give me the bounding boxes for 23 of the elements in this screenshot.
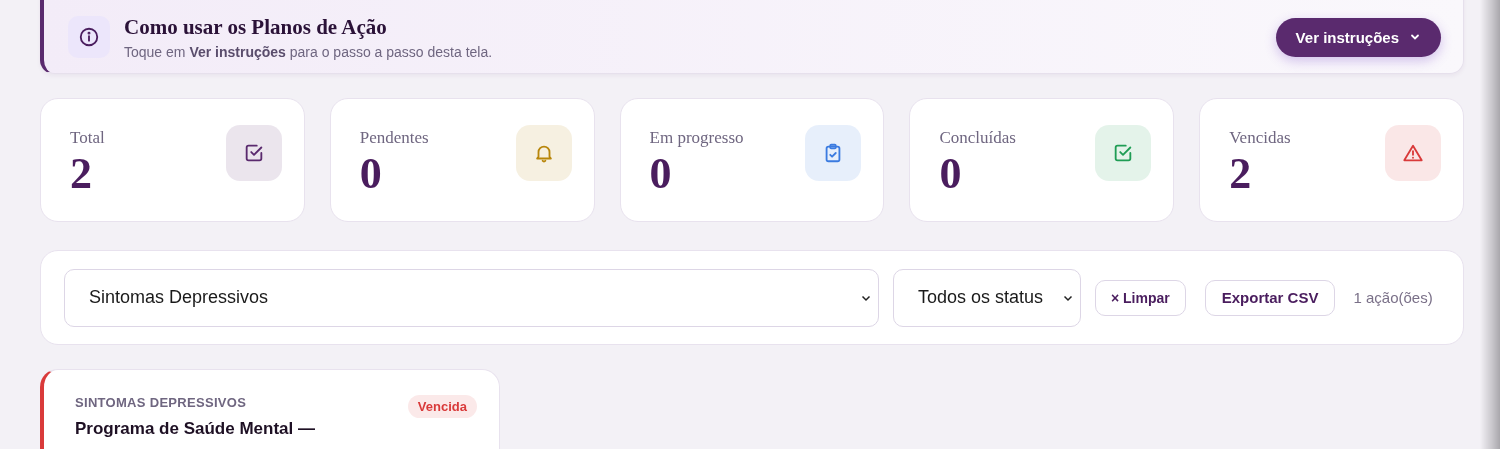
- stat-value: 2: [1229, 152, 1253, 196]
- export-button[interactable]: Exportar CSV: [1204, 279, 1336, 316]
- stat-label: Pendentes: [359, 128, 429, 148]
- result-count: 1 ação(ões): [1353, 289, 1433, 306]
- stat-label: Em progresso: [649, 128, 744, 148]
- action-category: SINTOMAS DEPRESSIVOS: [75, 395, 248, 410]
- status-badge: Vencida: [407, 395, 477, 418]
- stat-label: Vencidas: [1229, 128, 1291, 148]
- banner-title: Como usar os Planos de Ação: [124, 14, 388, 40]
- clear-button[interactable]: × Limpar: [1095, 279, 1186, 316]
- topic-select[interactable]: Sintomas Depressivos: [64, 268, 879, 327]
- stat-value: 0: [649, 152, 673, 196]
- stat-value: 0: [939, 152, 963, 196]
- banner-text: Toque em Ver instruções para o passo a passo desta tela.: [124, 43, 494, 60]
- action-title: Programa de Saúde Mental —: [75, 419, 315, 439]
- action-card[interactable]: SINTOMAS DEPRESSIVOS Programa de Saúde Mental — Vencida: [40, 369, 500, 449]
- stat-label: Concluídas: [939, 128, 1016, 148]
- stat-label: Total: [70, 128, 105, 148]
- status-select[interactable]: Todos os status: [893, 268, 1081, 327]
- stat-value: 0: [359, 152, 383, 196]
- stat-value: 2: [70, 152, 93, 196]
- info-icon: [68, 16, 110, 58]
- instructions-button[interactable]: Ver instruções: [1275, 17, 1441, 57]
